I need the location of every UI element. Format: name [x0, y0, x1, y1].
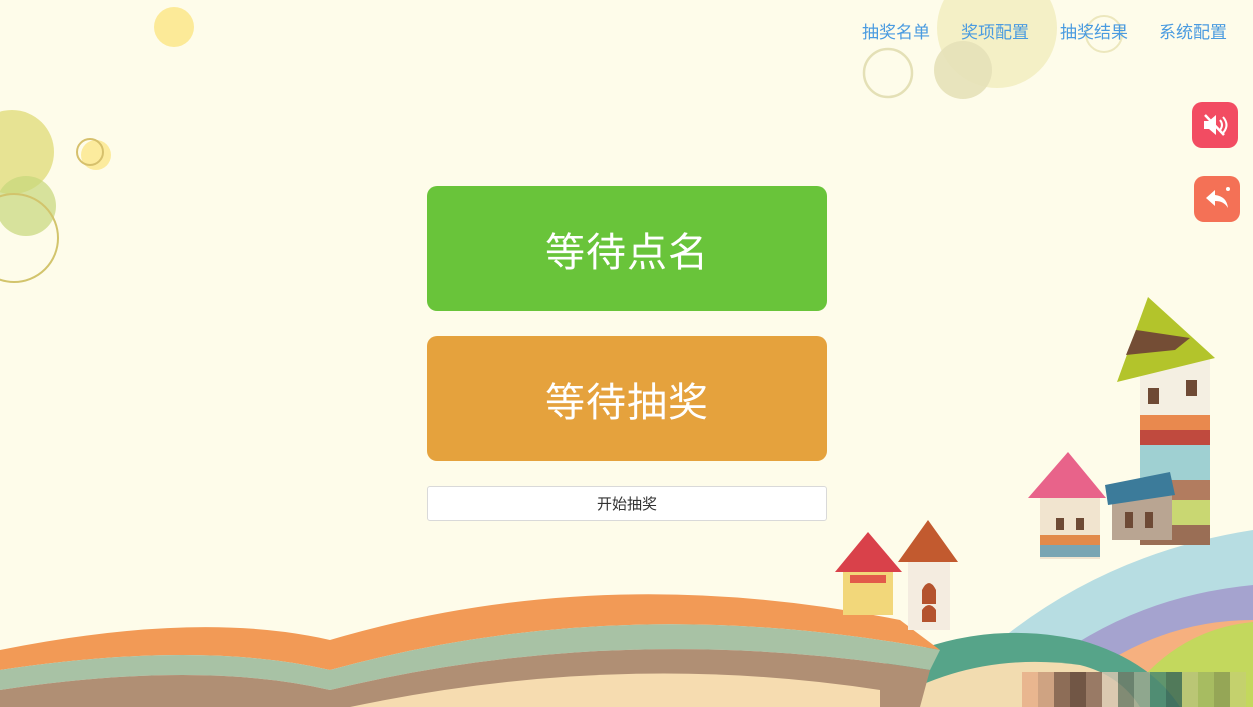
blurred-watermark — [1022, 672, 1246, 707]
pink-roof-house — [1028, 452, 1106, 559]
decor-bubble — [934, 41, 992, 99]
nav-lottery-list[interactable]: 抽奖名单 — [862, 18, 930, 43]
start-lottery-button[interactable]: 开始抽奖 — [427, 486, 827, 521]
nav-lottery-results[interactable]: 抽奖结果 — [1060, 18, 1128, 43]
back-button[interactable] — [1194, 176, 1240, 222]
nav-prize-config[interactable]: 奖项配置 — [961, 18, 1029, 43]
decor-bubble — [154, 7, 194, 47]
decor-bubble — [0, 176, 56, 236]
reply-icon — [1206, 187, 1230, 208]
mute-button[interactable] — [1192, 102, 1238, 148]
prize-display-panel: 等待抽奖 — [427, 336, 827, 461]
blue-roof-house — [1105, 472, 1175, 540]
nav-system-config[interactable]: 系统配置 — [1159, 18, 1227, 43]
speaker-muted-icon — [1204, 114, 1228, 136]
name-display-panel: 等待点名 — [427, 186, 827, 311]
top-nav: 抽奖名单 奖项配置 抽奖结果 系统配置 — [862, 18, 1227, 43]
decor-bubble — [862, 47, 914, 99]
brown-roof-house — [898, 520, 958, 630]
red-roof-house — [835, 532, 902, 615]
decor-bubble — [81, 140, 111, 170]
